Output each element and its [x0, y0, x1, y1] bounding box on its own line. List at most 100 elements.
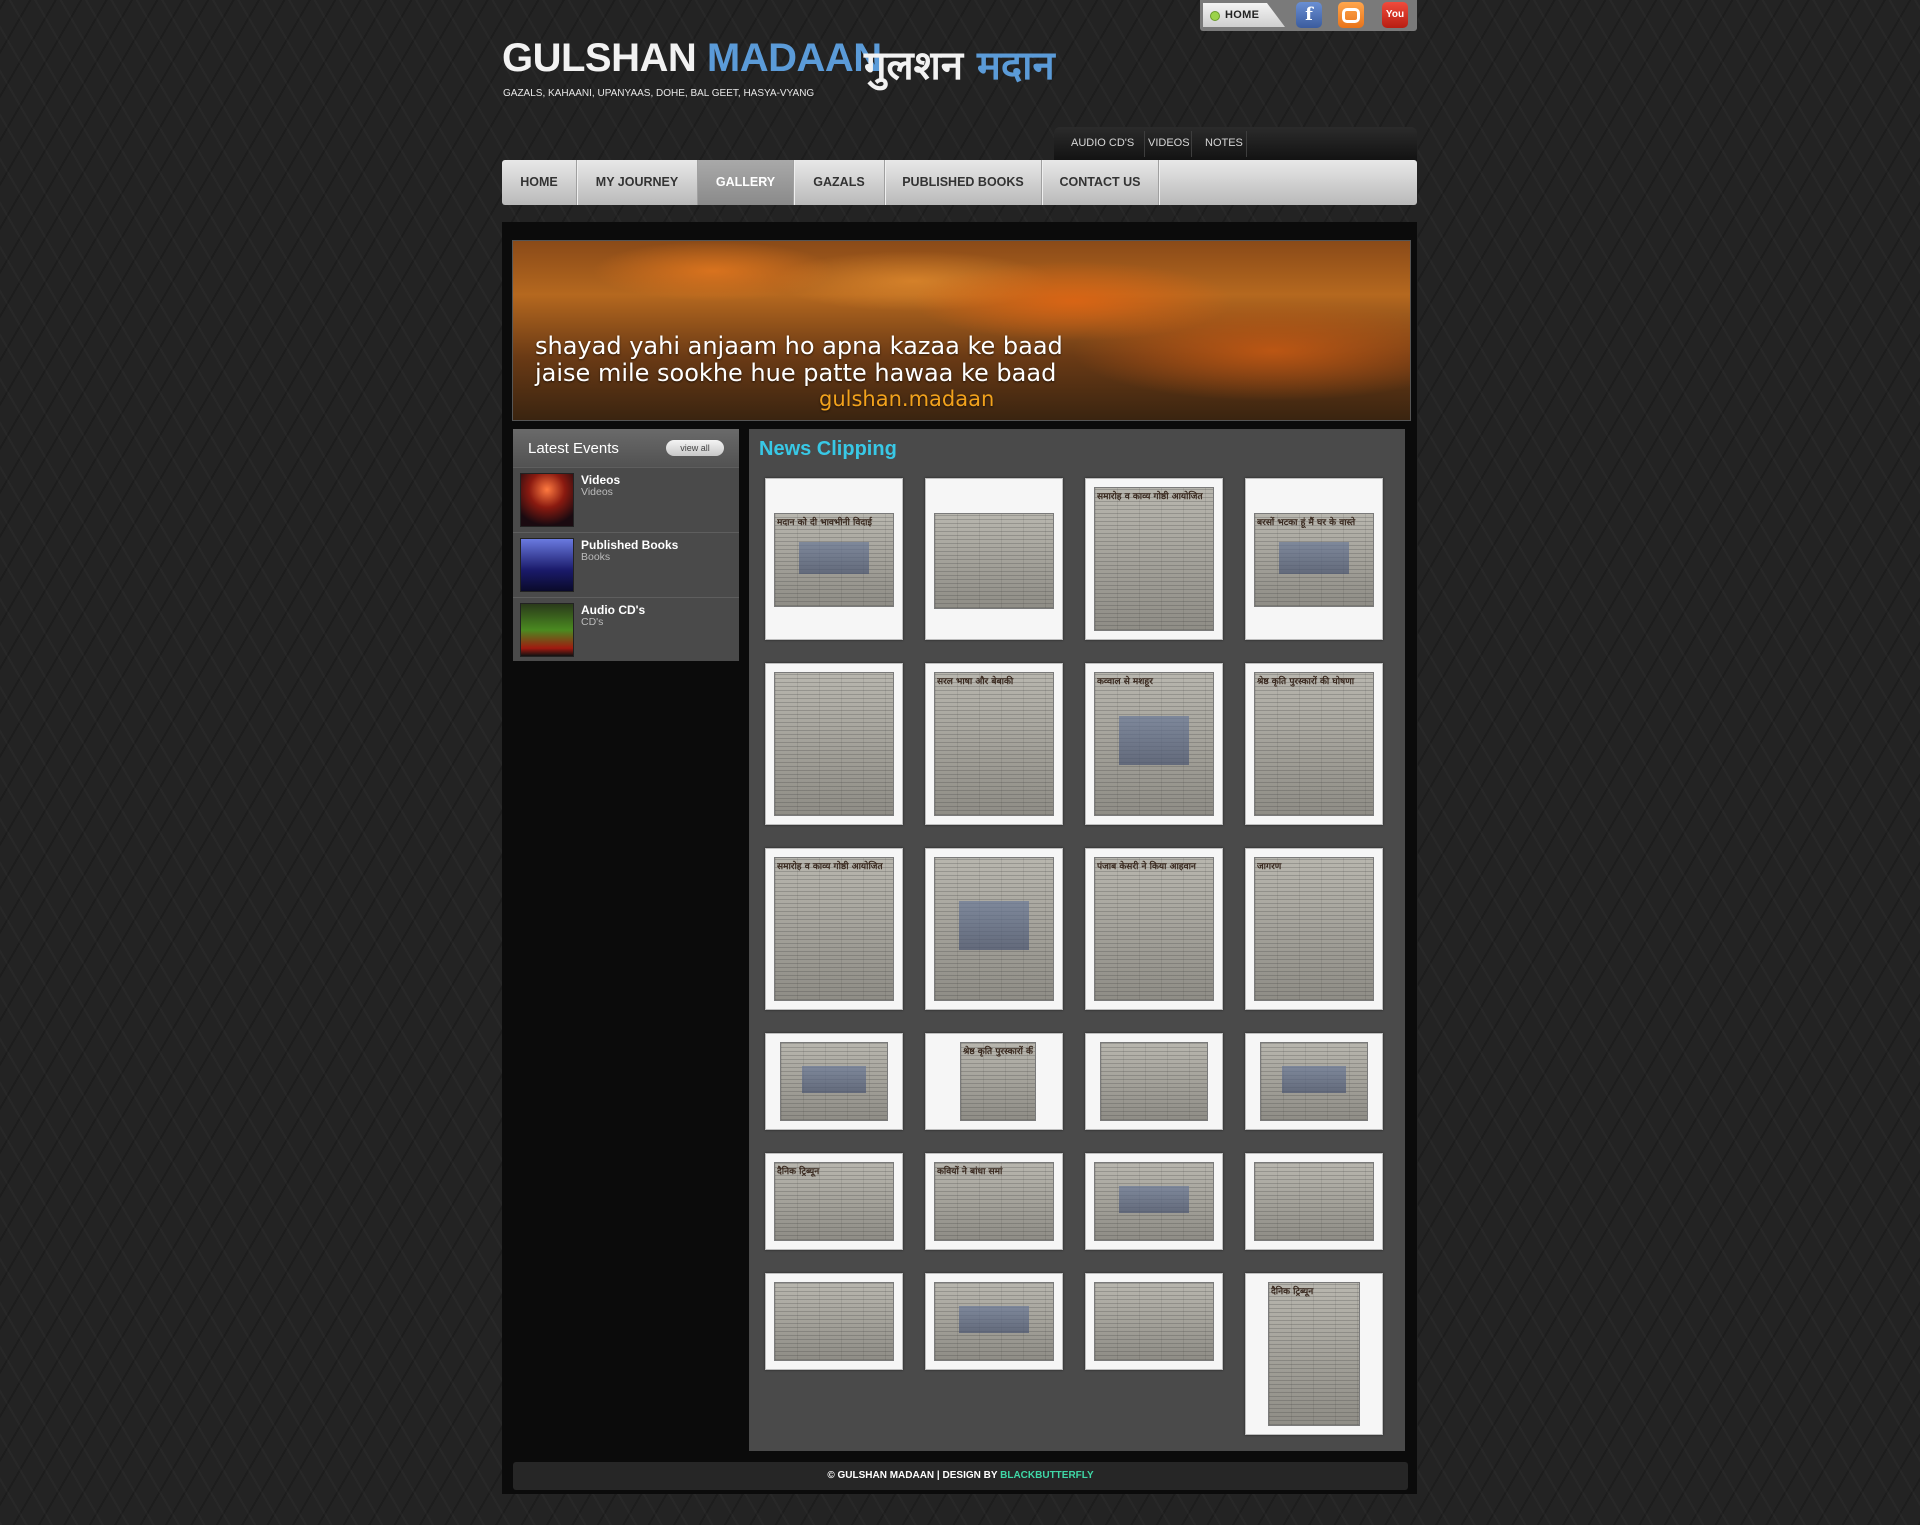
news-clipping-thumbnail[interactable]: जागरण [1245, 848, 1383, 1010]
news-clipping-image [780, 1042, 888, 1121]
news-clipping-headline: बरसों भटका हूं मैं घर के वास्ते [1257, 518, 1356, 528]
logo-hindi-first: गुलशन [864, 43, 964, 89]
site-logo[interactable]: GULSHAN MADAAN [502, 36, 882, 81]
event-item-videos[interactable]: Videos Videos [513, 467, 739, 532]
news-clipping-image [1100, 1042, 1208, 1121]
event-item-audio-cds[interactable]: Audio CD's CD's [513, 597, 739, 662]
event-thumbnail [520, 473, 574, 527]
news-clipping-thumbnail[interactable] [925, 1273, 1063, 1370]
news-clipping-thumbnail[interactable] [765, 1033, 903, 1130]
subnav-divider [1246, 131, 1247, 157]
news-clipping-thumbnail[interactable]: कव्वाल से मशहूर [1085, 663, 1223, 825]
news-clipping-thumbnail[interactable]: श्रेष्ठ कृति पुरस्कारों की घोषणा [1245, 663, 1383, 825]
secondary-nav: AUDIO CD'S VIDEOS NOTES [1054, 127, 1417, 161]
news-clipping-thumbnail[interactable]: दैनिक ट्रिब्यून [765, 1153, 903, 1250]
news-clipping-thumbnail[interactable]: दैनिक ट्रिब्यून [1245, 1273, 1383, 1435]
news-clipping-thumbnail[interactable]: मदान को दी भावभीनी विदाई [765, 478, 903, 640]
event-title: Videos [581, 473, 621, 487]
top-utility-bar: HOME f You [1200, 0, 1417, 31]
news-clipping-image: दैनिक ट्रिब्यून [1268, 1282, 1360, 1426]
news-clipping-thumbnail[interactable]: सरल भाषा और बेबाकी [925, 663, 1063, 825]
news-clipping-headline: सरल भाषा और बेबाकी [937, 677, 1014, 687]
news-clipping-thumbnail[interactable] [1245, 1153, 1383, 1250]
news-clipping-headline: समारोह व काव्य गोष्ठी आयोजित [1097, 492, 1203, 502]
banner-quote-line: shayad yahi anjaam ho apna kazaa ke baad [535, 332, 1063, 360]
news-clipping-image [774, 672, 894, 816]
latest-events-panel: Latest Events view all Videos Videos Pub… [513, 429, 739, 661]
nav-published-books[interactable]: PUBLISHED BOOKS [885, 160, 1042, 205]
news-clipping-image: कव्वाल से मशहूर [1094, 672, 1214, 816]
nav-contact-us[interactable]: CONTACT US [1042, 160, 1159, 205]
news-clipping-image: समारोह व काव्य गोष्ठी आयोजित [774, 857, 894, 1001]
news-clipping-image [934, 513, 1054, 609]
news-clipping-thumbnail[interactable] [1245, 1033, 1383, 1130]
logo-hindi-last: मदान [976, 43, 1055, 89]
news-clipping-thumbnail[interactable]: समारोह व काव्य गोष्ठी आयोजित [765, 848, 903, 1010]
event-subtitle: CD's [581, 616, 604, 628]
view-all-button[interactable]: view all [666, 440, 724, 456]
news-clipping-image: श्रेष्ठ कृति पुरस्कारों की घोषणा [960, 1042, 1036, 1121]
banner-quote: shayad yahi anjaam ho apna kazaa ke baad… [535, 333, 1063, 387]
event-title: Published Books [581, 538, 679, 552]
news-clipping-image [934, 857, 1054, 1001]
news-clipping-image [1254, 1162, 1374, 1241]
hero-banner: shayad yahi anjaam ho apna kazaa ke baad… [512, 240, 1411, 421]
latest-events-header: Latest Events view all [513, 429, 739, 467]
news-clipping-headline: कव्वाल से मशहूर [1097, 677, 1153, 687]
news-clipping-gallery: News Clipping मदान को दी भावभीनी विदाई सम… [749, 429, 1405, 1451]
news-clipping-headline: दैनिक ट्रिब्यून [777, 1167, 820, 1177]
news-clipping-image [1094, 1162, 1214, 1241]
nav-home[interactable]: HOME [502, 160, 577, 205]
subnav-audio-cds[interactable]: AUDIO CD'S [1071, 137, 1134, 149]
logo-last-name: MADAAN [706, 36, 882, 80]
site-logo-hindi: गुलशन मदान [864, 36, 1055, 91]
banner-quote-line: jaise mile sookhe hue patte hawaa ke baa… [535, 359, 1057, 387]
news-clipping-thumbnail[interactable] [925, 848, 1063, 1010]
event-item-published-books[interactable]: Published Books Books [513, 532, 739, 597]
news-clipping-thumbnail[interactable] [765, 1273, 903, 1370]
news-clipping-image: जागरण [1254, 857, 1374, 1001]
logo-first-name: GULSHAN [502, 36, 697, 80]
banner-signature: gulshan.madaan [819, 387, 995, 411]
news-clipping-thumbnail[interactable]: पंजाब केसरी ने किया आहवान [1085, 848, 1223, 1010]
news-clipping-thumbnail[interactable]: कवियों ने बांधा समां [925, 1153, 1063, 1250]
news-clipping-image [774, 1282, 894, 1361]
news-clipping-image [934, 1282, 1054, 1361]
news-clipping-headline: दैनिक ट्रिब्यून [1271, 1287, 1314, 1297]
event-title: Audio CD's [581, 603, 646, 617]
news-clipping-thumbnail[interactable] [1085, 1033, 1223, 1130]
subnav-divider [1144, 131, 1145, 157]
event-thumbnail [520, 538, 574, 592]
news-clipping-headline: समारोह व काव्य गोष्ठी आयोजित [777, 862, 883, 872]
news-clipping-thumbnail[interactable] [765, 663, 903, 825]
news-clipping-thumbnail[interactable]: बरसों भटका हूं मैं घर के वास्ते [1245, 478, 1383, 640]
news-clipping-thumbnail[interactable] [1085, 1153, 1223, 1250]
news-clipping-headline: मदान को दी भावभीनी विदाई [777, 518, 872, 528]
nav-gazals[interactable]: GAZALS [794, 160, 885, 205]
nav-my-journey[interactable]: MY JOURNEY [577, 160, 698, 205]
site-tagline: GAZALS, KAHAANI, UPANYAAS, DOHE, BAL GEE… [503, 88, 815, 99]
home-shortcut-button[interactable]: HOME [1203, 3, 1285, 27]
news-clipping-image: श्रेष्ठ कृति पुरस्कारों की घोषणा [1254, 672, 1374, 816]
facebook-icon[interactable]: f [1296, 2, 1322, 28]
news-clipping-thumbnail[interactable] [1085, 1273, 1223, 1370]
news-clipping-headline: श्रेष्ठ कृति पुरस्कारों की घोषणा [1257, 677, 1355, 687]
news-clipping-image [1260, 1042, 1368, 1121]
news-clipping-image: दैनिक ट्रिब्यून [774, 1162, 894, 1241]
news-clipping-thumbnail[interactable]: समारोह व काव्य गोष्ठी आयोजित [1085, 478, 1223, 640]
nav-gallery[interactable]: GALLERY [698, 160, 794, 205]
gallery-title: News Clipping [759, 438, 897, 460]
subnav-notes[interactable]: NOTES [1205, 137, 1243, 149]
news-clipping-image: सरल भाषा और बेबाकी [934, 672, 1054, 816]
event-subtitle: Books [581, 551, 611, 563]
news-clipping-thumbnail[interactable] [925, 478, 1063, 640]
news-clipping-image: कवियों ने बांधा समां [934, 1162, 1054, 1241]
subnav-videos[interactable]: VIDEOS [1148, 137, 1190, 149]
news-clipping-image: मदान को दी भावभीनी विदाई [774, 513, 894, 607]
footer-designer-link[interactable]: BLACKBUTTERFLY [1000, 1470, 1094, 1481]
blogger-icon[interactable] [1338, 2, 1364, 28]
news-clipping-headline: श्रेष्ठ कृति पुरस्कारों की घोषणा [963, 1047, 1033, 1057]
home-shortcut-label: HOME [1225, 9, 1260, 21]
youtube-icon[interactable]: You [1382, 2, 1408, 28]
news-clipping-thumbnail[interactable]: श्रेष्ठ कृति पुरस्कारों की घोषणा [925, 1033, 1063, 1130]
